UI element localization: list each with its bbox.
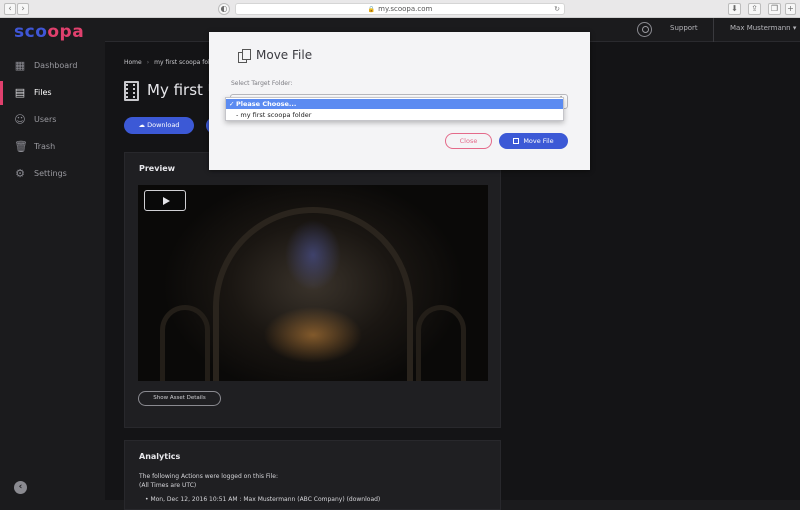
cloud-download-icon: ☁: [138, 121, 146, 129]
forward-icon[interactable]: ›: [17, 3, 29, 15]
sidebar-item-files[interactable]: ▤ Files: [0, 81, 105, 105]
user-menu[interactable]: Max Mustermann ▾: [730, 24, 796, 32]
sidebar-item-settings[interactable]: ⚙ Settings: [0, 162, 105, 186]
browser-toolbar: ‹ › ◐ 🔒 my.scoopa.com ↻ ⬇ ⇪ ❐ +: [0, 0, 800, 18]
breadcrumb-folder[interactable]: my first scoopa fol: [154, 59, 210, 66]
checkmark-icon: ✓: [229, 100, 235, 108]
reload-icon[interactable]: ↻: [554, 4, 560, 14]
sidebar-item-label: Files: [34, 88, 52, 97]
play-icon[interactable]: [144, 190, 186, 211]
modal-title: Move File: [256, 48, 313, 62]
target-folder-dropdown: ✓ Please Choose... - my first scoopa fol…: [225, 97, 564, 121]
close-button[interactable]: Close: [445, 133, 492, 149]
show-asset-details-button[interactable]: Show Asset Details: [138, 391, 221, 406]
copy-icon: [238, 49, 252, 63]
breadcrumb-separator: ›: [146, 59, 150, 66]
trash-icon: 🗑: [14, 140, 28, 153]
gear-icon: ⚙: [15, 167, 25, 180]
video-player[interactable]: [138, 185, 488, 381]
sidebar-item-trash[interactable]: 🗑 Trash: [0, 135, 105, 159]
option-my-first-scoopa-folder[interactable]: - my first scoopa folder: [226, 110, 563, 120]
new-tab-icon[interactable]: +: [785, 3, 796, 15]
tabs-icon[interactable]: ❐: [768, 3, 781, 15]
download-button[interactable]: ☁ Download: [124, 117, 194, 134]
back-icon[interactable]: ‹: [4, 3, 16, 15]
sidebar-item-dashboard[interactable]: ▦ Dashboard: [0, 54, 105, 78]
url-text: my.scoopa.com: [378, 5, 433, 13]
preview-title: Preview: [139, 164, 176, 173]
video-frame-arch-left: [160, 305, 210, 381]
analytics-title: Analytics: [139, 452, 181, 461]
video-frame-arch: [213, 207, 413, 381]
preview-card: Preview Show Asset Details: [124, 152, 501, 428]
analytics-timezone-note: (All Times are UTC): [139, 482, 197, 489]
user-icon: ☺: [14, 113, 26, 126]
support-link[interactable]: Support: [670, 24, 698, 32]
logo[interactable]: scoopa: [14, 22, 84, 42]
download-icon[interactable]: ⬇: [728, 3, 741, 15]
privacy-icon[interactable]: ◐: [218, 3, 230, 15]
sidebar: scoopa ▦ Dashboard ▤ Files ☺ Users 🗑 Tra…: [0, 18, 105, 500]
collapse-sidebar-icon[interactable]: ‹: [14, 481, 27, 494]
sidebar-item-label: Users: [34, 115, 57, 124]
save-icon: [513, 138, 520, 144]
share-icon[interactable]: ⇪: [748, 3, 761, 15]
lock-icon: 🔒: [367, 6, 376, 13]
sidebar-item-label: Settings: [34, 169, 67, 178]
page-title: My first U: [147, 81, 219, 99]
sidebar-item-users[interactable]: ☺ Users: [0, 108, 105, 132]
analytics-intro: The following Actions were logged on thi…: [139, 473, 278, 480]
breadcrumb-home[interactable]: Home: [124, 59, 142, 66]
video-frame-arch-right: [416, 305, 466, 381]
file-icon: ▤: [14, 86, 26, 99]
dashboard-icon: ▦: [14, 59, 26, 72]
header-divider: [713, 18, 714, 42]
sidebar-item-label: Dashboard: [34, 61, 78, 70]
option-please-choose[interactable]: ✓ Please Choose...: [226, 99, 563, 109]
sidebar-item-label: Trash: [34, 142, 56, 151]
move-file-button[interactable]: Move File: [499, 133, 568, 149]
breadcrumb: Home › my first scoopa fol: [124, 59, 210, 66]
film-icon: [124, 81, 139, 101]
target-folder-label: Select Target Folder:: [231, 80, 293, 87]
url-bar[interactable]: 🔒 my.scoopa.com ↻: [235, 3, 565, 15]
search-icon[interactable]: [637, 22, 652, 37]
